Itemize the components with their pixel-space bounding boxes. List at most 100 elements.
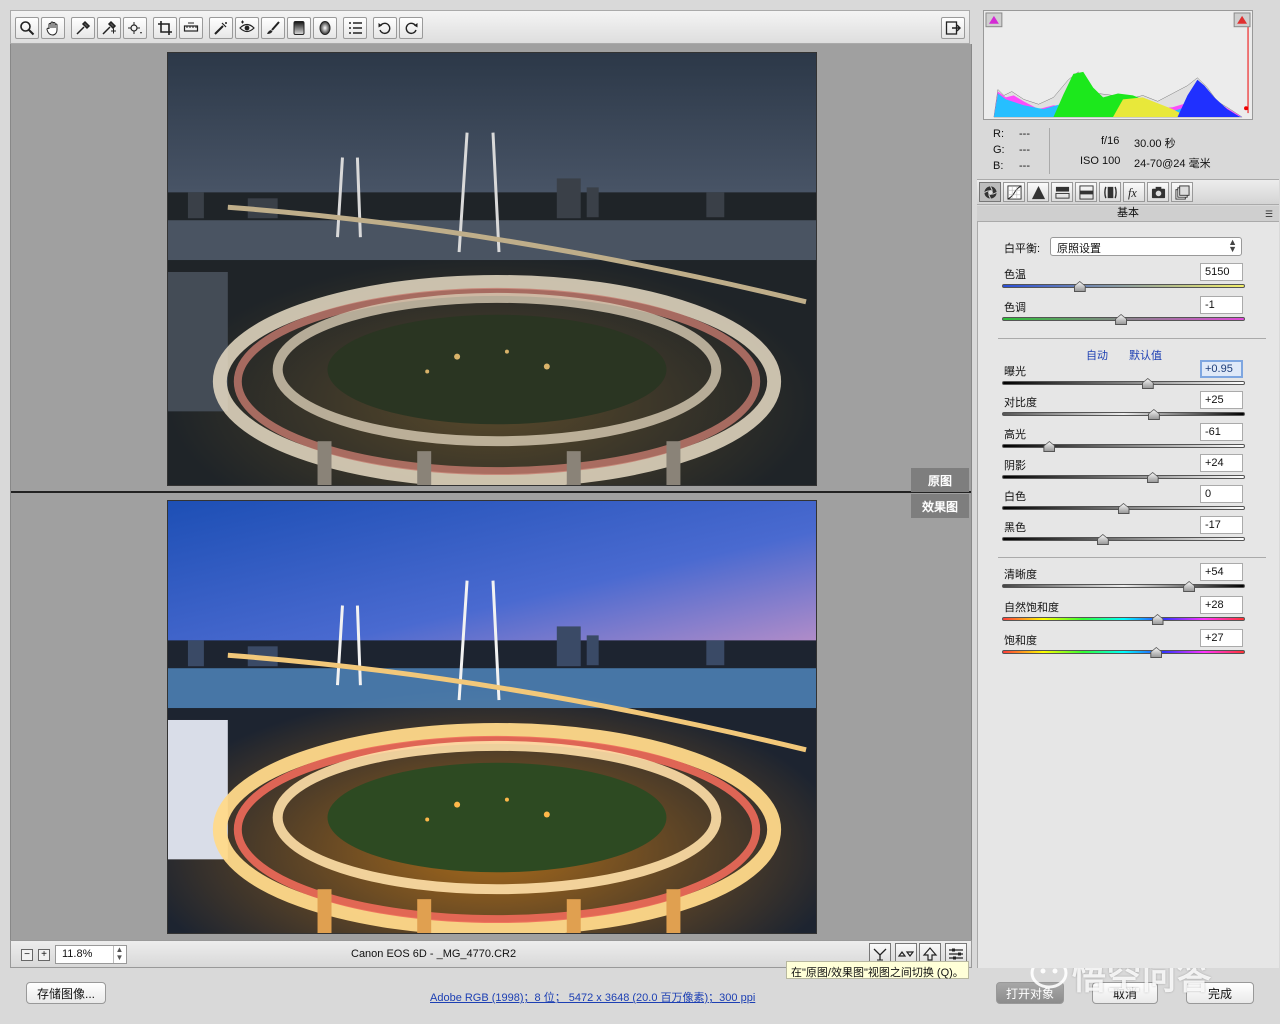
temperature-slider[interactable] xyxy=(1002,284,1245,288)
saturation-label: 饱和度 xyxy=(1004,635,1037,647)
tab-detail[interactable] xyxy=(1027,182,1049,202)
saturation-field[interactable]: +27 xyxy=(1200,629,1243,647)
whites-label: 白色 xyxy=(1004,491,1026,503)
toolbar xyxy=(10,10,970,44)
radial-filter-tool[interactable] xyxy=(313,17,337,39)
rotate-right-tool[interactable] xyxy=(399,17,423,39)
color-sampler-icon xyxy=(102,20,117,35)
preferences-tool[interactable] xyxy=(343,17,367,39)
separator-2 xyxy=(998,557,1266,558)
shadows-field[interactable]: +24 xyxy=(1200,454,1243,472)
highlights-field[interactable]: -61 xyxy=(1200,423,1243,441)
full-screen-icon xyxy=(945,21,961,35)
r-value: --- xyxy=(1019,128,1030,140)
presets-icon xyxy=(1174,184,1190,200)
select-arrows-icon: ▲ ▼ xyxy=(1228,237,1237,254)
tab-effects[interactable]: fx xyxy=(1123,182,1145,202)
adjustment-brush-tool[interactable] xyxy=(261,17,285,39)
blacks-field[interactable]: -17 xyxy=(1200,516,1243,534)
whites-field[interactable]: 0 xyxy=(1200,485,1243,503)
preferences-icon xyxy=(349,22,362,34)
zoom-tool[interactable] xyxy=(15,17,39,39)
split-toning-icon xyxy=(1078,184,1094,200)
g-value: --- xyxy=(1019,144,1030,156)
blacks-slider[interactable] xyxy=(1002,537,1245,541)
separator-1 xyxy=(998,338,1266,339)
tab-basic[interactable] xyxy=(979,182,1001,202)
color-sampler-tool[interactable] xyxy=(97,17,121,39)
exposure-slider[interactable] xyxy=(1002,381,1245,385)
tone-curve-icon xyxy=(1006,184,1022,200)
histogram xyxy=(983,10,1253,120)
highlights-slider[interactable] xyxy=(1002,444,1245,448)
zoom-dropdown-icon[interactable]: ▲ ▼ xyxy=(113,946,125,963)
hand-tool[interactable] xyxy=(41,17,65,39)
lens-corrections-icon xyxy=(1103,186,1117,198)
basic-panel: 白平衡: 原照设置 ▲ ▼ 自动 默认值 色温 5150 色调 -1 曝光 +0.95 对比度… xyxy=(977,222,1279,968)
temperature-field[interactable]: 5150 xyxy=(1200,263,1243,281)
rotate-right-icon xyxy=(405,22,418,35)
file-name: Canon EOS 6D - _MG_4770.CR2 xyxy=(351,948,517,960)
exposure-field[interactable]: +0.95 xyxy=(1200,360,1243,378)
shadows-label: 阴影 xyxy=(1004,460,1026,472)
after-label: 效果图 xyxy=(911,494,969,518)
auto-button[interactable]: 自动 xyxy=(1086,347,1108,363)
white-balance-tool[interactable] xyxy=(71,17,95,39)
spot-removal-tool[interactable] xyxy=(209,17,233,39)
before-label: 原图 xyxy=(911,468,969,492)
contrast-field[interactable]: +25 xyxy=(1200,391,1243,409)
aperture: f/16 xyxy=(1101,135,1120,147)
clarity-label: 清晰度 xyxy=(1004,569,1037,581)
split-divider xyxy=(11,491,971,493)
zoom-icon xyxy=(20,21,35,36)
view-mode-icon xyxy=(873,948,887,961)
adjustment-brush-icon xyxy=(267,21,280,34)
iso: ISO 100 xyxy=(1080,155,1121,167)
tab-tone-curve[interactable] xyxy=(1003,182,1025,202)
tab-split-toning[interactable] xyxy=(1075,182,1097,202)
rotate-left-icon xyxy=(378,22,391,35)
spot-removal-icon xyxy=(214,22,227,35)
zoom-out-button[interactable]: − xyxy=(21,949,33,961)
r-label: R: xyxy=(993,128,1004,140)
tab-hsl[interactable] xyxy=(1051,182,1073,202)
saturation-slider[interactable] xyxy=(1002,650,1245,654)
targeted-adjustment-tool[interactable] xyxy=(123,17,147,39)
tab-lens-corrections[interactable] xyxy=(1099,182,1121,202)
save-image-button[interactable]: 存储图像... xyxy=(26,982,106,1004)
vibrance-slider[interactable] xyxy=(1002,617,1245,621)
panel-title-bar: 基本 ☰ xyxy=(977,206,1279,222)
tab-camera-calibration[interactable] xyxy=(1147,182,1169,202)
tab-presets[interactable] xyxy=(1171,182,1193,202)
red-eye-icon xyxy=(239,20,255,33)
after-image xyxy=(167,500,817,934)
default-button[interactable]: 默认值 xyxy=(1129,347,1162,363)
white-balance-select[interactable]: 原照设置 ▲ ▼ xyxy=(1050,237,1242,256)
preview-area[interactable]: 原图 效果图 xyxy=(10,44,972,940)
panel-menu-icon[interactable]: ☰ xyxy=(1265,207,1273,222)
panel-tabs: fx xyxy=(977,179,1279,205)
vibrance-field[interactable]: +28 xyxy=(1200,596,1243,614)
g-label: G: xyxy=(993,144,1005,156)
shadows-slider[interactable] xyxy=(1002,475,1245,479)
clarity-field[interactable]: +54 xyxy=(1200,563,1243,581)
tint-field[interactable]: -1 xyxy=(1200,296,1243,314)
graduated-filter-tool[interactable] xyxy=(287,17,311,39)
tint-label: 色调 xyxy=(1004,302,1026,314)
contrast-slider[interactable] xyxy=(1002,412,1245,416)
red-eye-tool[interactable] xyxy=(235,17,259,39)
straighten-tool[interactable] xyxy=(179,17,203,39)
image-info: R: --- G: --- B: --- f/16 30.00 秒 ISO 100 2… xyxy=(983,124,1273,174)
b-value: --- xyxy=(1019,160,1030,172)
rotate-left-tool[interactable] xyxy=(373,17,397,39)
workflow-options-link[interactable]: Adobe RGB (1998)；8 位； 5472 x 3648 (20.0 … xyxy=(430,989,755,1005)
hsl-icon xyxy=(1054,186,1070,199)
full-screen-button[interactable] xyxy=(941,17,965,39)
clarity-slider[interactable] xyxy=(1002,584,1245,588)
info-divider xyxy=(1049,128,1050,174)
crop-tool[interactable] xyxy=(153,17,177,39)
zoom-in-button[interactable]: + xyxy=(38,949,50,961)
before-image xyxy=(167,52,817,486)
highlights-label: 高光 xyxy=(1004,429,1026,441)
radial-filter-icon xyxy=(319,21,331,35)
